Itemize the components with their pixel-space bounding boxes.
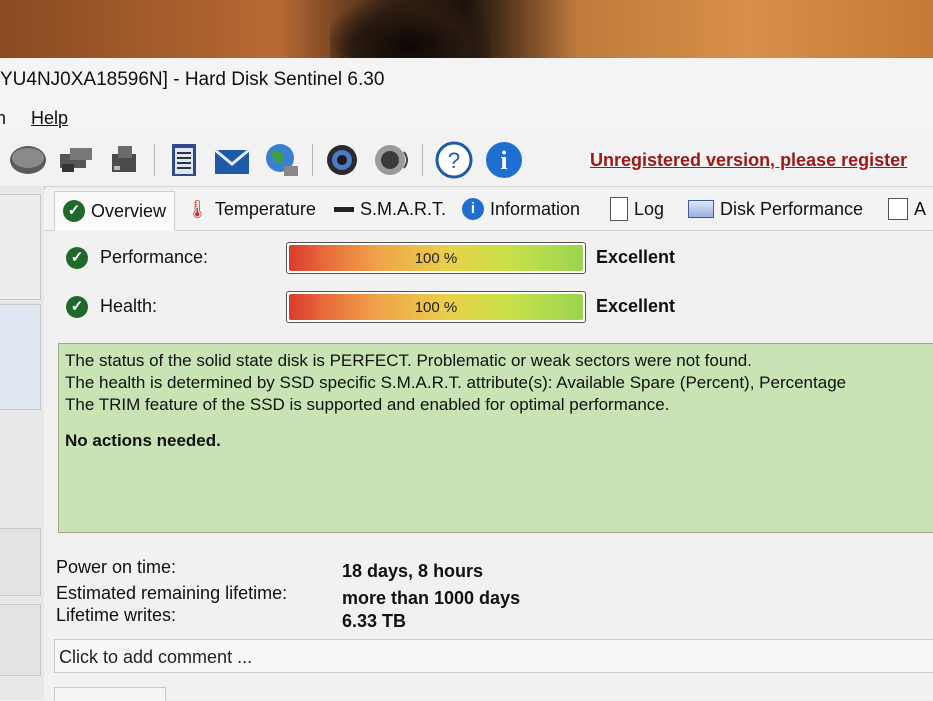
tab-label: S.M.A.R.T. <box>360 199 447 219</box>
drive-status-icon[interactable] <box>104 140 144 180</box>
info-icon: i <box>462 198 484 220</box>
lifetime-value: more than 1000 days <box>342 588 521 608</box>
toolbar-separator <box>154 144 155 176</box>
health-bar-fill: 100 % <box>289 294 583 320</box>
thermometer-icon: 🌡 <box>186 199 209 219</box>
tab-label: A <box>914 199 927 219</box>
copy-document-icon <box>888 198 908 220</box>
lifetime-writes-value: 6.33 TB <box>342 611 407 631</box>
lifetime-writes-label: Lifetime writes: <box>56 605 177 625</box>
health-label: Health: <box>100 296 158 316</box>
performance-rating: Excellent <box>596 247 676 267</box>
sidebar-disk-entry[interactable] <box>0 528 41 596</box>
bottom-panel-edge <box>54 687 166 701</box>
disk-list-sidebar <box>0 186 45 700</box>
drive-check-icon[interactable] <box>56 140 96 180</box>
status-action-text: No actions needed. <box>65 431 221 450</box>
photo-background-top <box>0 0 933 58</box>
menu-item-help[interactable]: Help <box>31 102 68 134</box>
health-percent: 100 % <box>414 298 458 316</box>
check-icon: ✓ <box>63 200 85 222</box>
performance-bar-fill: 100 % <box>289 245 583 271</box>
settings-gear-icon[interactable] <box>322 140 362 180</box>
status-text-line: The TRIM feature of the SSD is supported… <box>65 395 670 414</box>
info-icon[interactable]: i <box>484 140 524 180</box>
lifetime-label: Estimated remaining lifetime: <box>56 583 288 603</box>
tab-label: Temperature <box>214 199 316 219</box>
network-globe-icon[interactable] <box>262 140 302 180</box>
tab-log[interactable]: Log <box>610 190 664 228</box>
tab-label: Log <box>634 199 665 219</box>
comment-field[interactable]: Click to add comment ... <box>54 639 933 673</box>
tab-information[interactable]: i Information <box>462 190 580 228</box>
tab-label: Information <box>490 199 581 219</box>
check-icon: ✓ <box>66 296 88 318</box>
tab-alerts[interactable]: A <box>888 190 926 228</box>
menu-item-partial[interactable]: n <box>0 102 6 134</box>
window-title: YU4NJ0XA18596N] - Hard Disk Sentinel 6.3… <box>0 69 385 90</box>
menu-bar: n Help <box>0 102 933 134</box>
tab-label: Overview <box>91 201 167 221</box>
tab-temperature[interactable]: 🌡 Temperature <box>186 190 316 228</box>
help-icon[interactable]: ? <box>434 140 474 180</box>
report-icon[interactable] <box>164 140 204 180</box>
status-text-line: The status of the solid state disk is PE… <box>65 351 752 370</box>
drive-icon[interactable] <box>8 140 48 180</box>
tab-label: Disk Performance <box>720 199 864 219</box>
toolbar-separator <box>422 144 423 176</box>
health-bar: 100 % <box>286 291 586 323</box>
document-icon <box>610 197 628 221</box>
unregistered-version-link[interactable]: Unregistered version, please register <box>590 150 907 171</box>
toolbar: ? i Unregistered version, please registe… <box>0 134 933 187</box>
tab-smart[interactable]: S.M.A.R.T. <box>334 190 446 228</box>
health-rating: Excellent <box>596 296 676 316</box>
status-description-box: The status of the solid state disk is PE… <box>58 343 933 533</box>
sound-speaker-icon[interactable] <box>372 140 412 180</box>
sidebar-disk-entry[interactable] <box>0 604 41 676</box>
performance-bar: 100 % <box>286 242 586 274</box>
sidebar-disk-entry[interactable] <box>0 194 41 300</box>
window-titlebar: YU4NJ0XA18596N] - Hard Disk Sentinel 6.3… <box>0 58 933 102</box>
tab-bar: ✓ Overview 🌡 Temperature S.M.A.R.T. i In… <box>44 190 933 231</box>
performance-label: Performance: <box>100 247 209 267</box>
svg-text:?: ? <box>448 148 460 173</box>
overview-panel: ✓ Performance: 100 % Excellent ✓ Health:… <box>44 231 933 701</box>
performance-chart-icon <box>688 200 714 218</box>
tab-overview[interactable]: ✓ Overview <box>54 191 176 231</box>
status-text-line: The health is determined by SSD specific… <box>65 373 847 392</box>
toolbar-separator <box>312 144 313 176</box>
svg-text:i: i <box>500 146 507 175</box>
photo-shadow <box>330 0 490 58</box>
sidebar-disk-entry[interactable] <box>0 304 41 410</box>
tab-disk-performance[interactable]: Disk Performance <box>688 190 863 228</box>
performance-percent: 100 % <box>414 249 458 267</box>
chip-icon <box>334 206 354 212</box>
power-on-value: 18 days, 8 hours <box>342 561 484 581</box>
power-on-label: Power on time: <box>56 557 177 577</box>
mail-icon[interactable] <box>212 140 252 180</box>
check-icon: ✓ <box>66 247 88 269</box>
